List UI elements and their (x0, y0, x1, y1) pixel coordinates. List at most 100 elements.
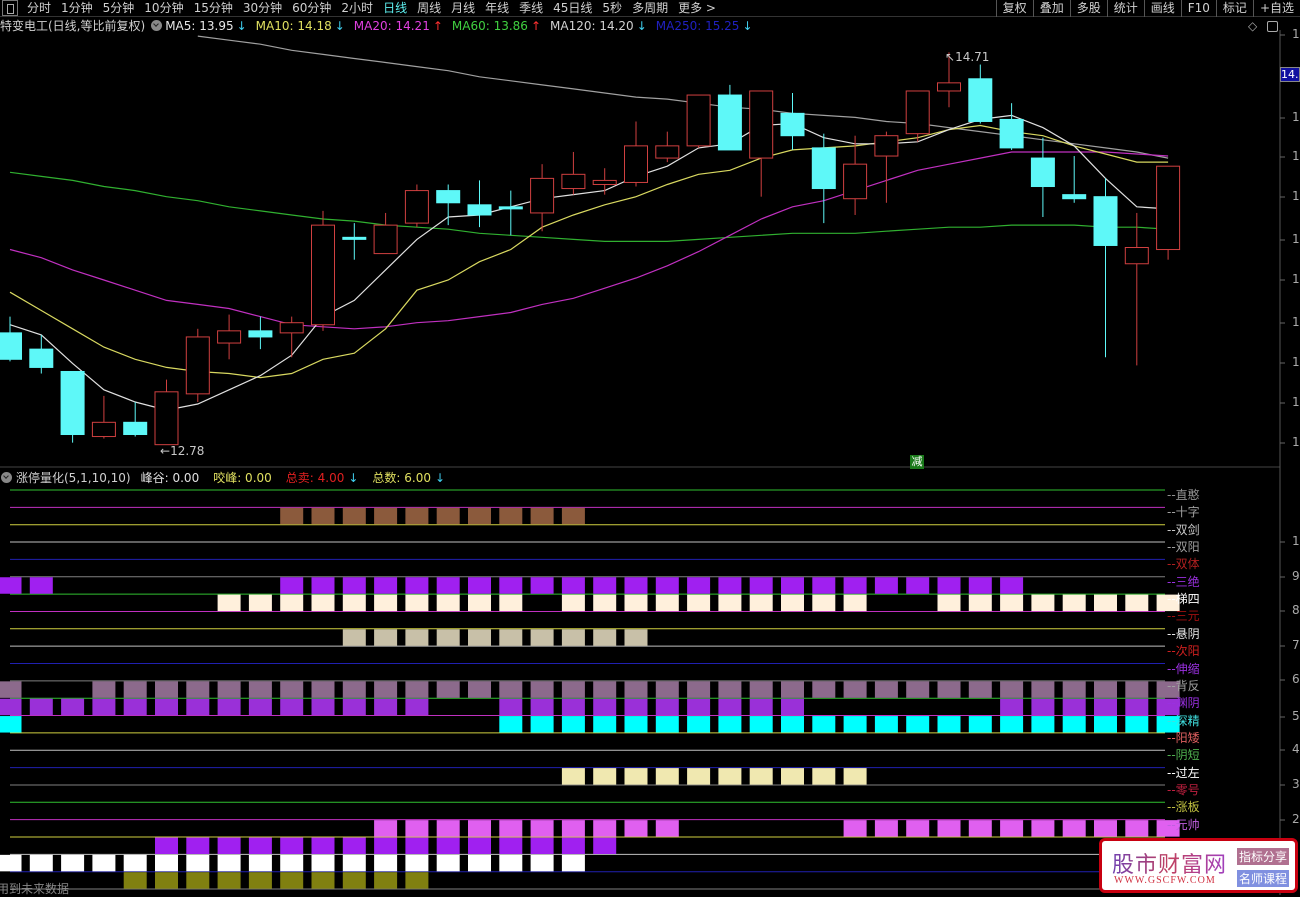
candle[interactable] (1030, 137, 1055, 218)
ma-value: MA5: 13.95 (165, 18, 234, 33)
signal-block (280, 681, 304, 698)
toolbar-button[interactable]: 统计 (1106, 0, 1144, 17)
candle[interactable] (874, 131, 899, 203)
period-tab[interactable]: 日线 (378, 0, 412, 16)
candle[interactable] (999, 103, 1024, 150)
candle[interactable] (624, 121, 648, 187)
signal-block (248, 837, 272, 854)
candle[interactable] (404, 184, 429, 228)
indicator-name[interactable]: 涨停量化(5,1,10,10) (16, 469, 131, 486)
candle[interactable] (217, 314, 242, 360)
candle[interactable] (686, 94, 711, 148)
candle[interactable] (123, 401, 148, 437)
signal-block (1000, 681, 1024, 698)
indicator-value-text: 总数: 6.00 (372, 471, 431, 485)
period-tab[interactable]: 月线 (446, 0, 480, 16)
signal-block (1125, 594, 1149, 612)
signal-block (436, 820, 460, 837)
candle[interactable] (1062, 156, 1087, 203)
candle-body (0, 332, 22, 360)
period-tab[interactable]: 60分钟 (287, 0, 336, 16)
candle[interactable] (373, 212, 398, 255)
signal-block (499, 820, 523, 837)
period-tab[interactable]: 5秒 (597, 0, 627, 16)
candle[interactable] (843, 135, 868, 215)
chevron-down-icon[interactable] (151, 20, 163, 31)
candle[interactable] (154, 379, 179, 446)
signal-block (248, 681, 272, 698)
candle[interactable] (561, 151, 586, 195)
candle[interactable] (342, 223, 367, 260)
candle[interactable] (968, 64, 993, 124)
candle[interactable] (530, 164, 555, 232)
period-tab[interactable]: 5分钟 (98, 0, 140, 16)
toolbar-button[interactable]: 叠加 (1032, 0, 1070, 17)
toolbar-button[interactable]: 多股 (1069, 0, 1107, 17)
period-tab[interactable]: 季线 (514, 0, 548, 16)
candle[interactable] (248, 316, 273, 350)
signal-block (374, 854, 398, 872)
toolbar-button[interactable]: +自选 (1252, 0, 1300, 17)
candle[interactable] (905, 90, 930, 142)
signal-block (624, 768, 648, 785)
period-tab[interactable]: 年线 (480, 0, 514, 16)
signal-block (155, 872, 178, 889)
signal-block (749, 577, 773, 594)
candle[interactable] (1156, 165, 1181, 260)
candle[interactable] (749, 90, 774, 197)
candle[interactable] (498, 190, 523, 236)
period-tab[interactable]: 15分钟 (189, 0, 238, 16)
period-tab[interactable]: 分时 (22, 0, 56, 16)
signal-block (655, 577, 679, 594)
period-tab[interactable]: 1分钟 (56, 0, 98, 16)
period-tab[interactable]: 30分钟 (238, 0, 287, 16)
candle[interactable] (185, 328, 210, 402)
candle[interactable] (29, 334, 54, 374)
candle-body (91, 421, 116, 438)
signal-block (0, 698, 22, 716)
axis-label: 1 (1292, 315, 1300, 329)
candle[interactable] (592, 168, 617, 195)
arrow-up-icon: ↑ (530, 18, 541, 33)
candle[interactable] (0, 316, 22, 362)
signal-block (311, 594, 335, 612)
signal-block (217, 872, 241, 889)
chevron-down-icon[interactable] (1, 472, 12, 483)
candle[interactable] (655, 131, 680, 163)
signal-block (311, 577, 335, 594)
period-tab[interactable]: 10分钟 (139, 0, 188, 16)
candle[interactable] (60, 370, 85, 443)
toolbar-button[interactable]: 复权 (995, 0, 1033, 17)
signal-block (374, 629, 398, 646)
candle[interactable] (311, 210, 335, 331)
layout-icon[interactable] (1267, 21, 1278, 32)
candle[interactable] (467, 180, 492, 228)
period-tab[interactable]: 45日线 (548, 0, 597, 16)
period-tab[interactable]: 周线 (412, 0, 446, 16)
indicator-value-text: 峰谷: 0.00 (140, 471, 200, 485)
toolbar-button[interactable]: 画线 (1143, 0, 1181, 17)
candle[interactable] (436, 184, 461, 226)
ma10-line (9, 124, 1169, 379)
signal-block (749, 594, 773, 612)
candle[interactable] (1124, 212, 1149, 366)
candle[interactable] (717, 84, 742, 151)
signal-block (311, 872, 335, 889)
toolbar-button[interactable]: F10 (1180, 0, 1216, 17)
candle[interactable] (91, 395, 116, 439)
panel-toggle-icon[interactable] (2, 0, 18, 16)
candle-body (467, 204, 492, 216)
toolbar-button[interactable]: 标记 (1215, 0, 1253, 17)
period-tab[interactable]: 2小时 (336, 0, 378, 16)
period-tab[interactable]: 多周期 (627, 0, 673, 16)
candle[interactable] (279, 316, 304, 358)
signal-block (280, 507, 304, 525)
ma-value: MA60: 13.86 (451, 18, 528, 33)
candle[interactable] (780, 93, 805, 150)
signal-block (374, 681, 398, 698)
diamond-icon[interactable]: ◇ (1248, 19, 1257, 33)
indicator-row-label: --梯四 (1167, 592, 1200, 607)
period-tab[interactable]: 更多 > (673, 0, 721, 16)
candle[interactable] (1093, 178, 1118, 358)
signal-block (749, 768, 773, 785)
